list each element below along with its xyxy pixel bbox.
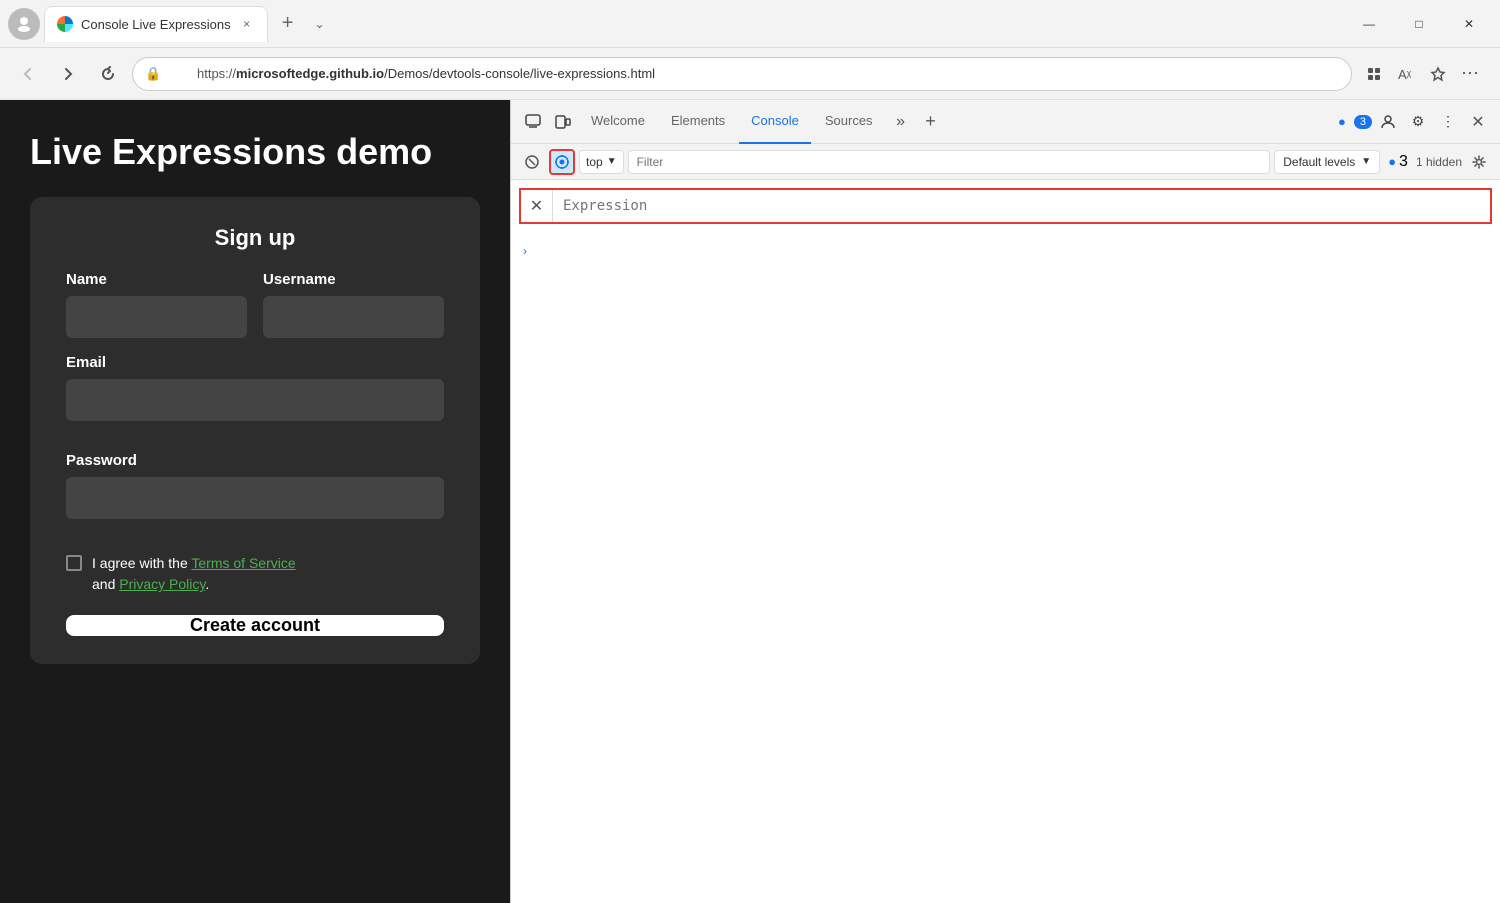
browser-window: Console Live Expressions × + ⌄ — □ ✕ 🔒 h… — [0, 0, 1500, 903]
signup-card: Sign up Name Username Email Pa — [30, 197, 480, 664]
expression-close-btn[interactable]: ✕ — [521, 190, 553, 222]
favorites-icon[interactable] — [1424, 60, 1452, 88]
webpage-content: Live Expressions demo Sign up Name Usern… — [0, 100, 510, 903]
url-path: /Demos/devtools-console/live-expressions… — [384, 66, 655, 81]
tab-close-btn[interactable]: × — [239, 16, 255, 32]
password-label: Password — [66, 452, 444, 469]
address-bar: 🔒 https://microsoftedge.github.io/Demos/… — [0, 48, 1500, 100]
new-tab-btn[interactable]: + — [272, 8, 304, 40]
password-group: Password — [66, 452, 444, 534]
default-levels-dropdown[interactable]: Default levels ▼ — [1274, 150, 1380, 174]
address-url: https://microsoftedge.github.io/Demos/de… — [197, 66, 655, 81]
username-group: Username — [263, 271, 444, 338]
default-levels-label: Default levels — [1283, 155, 1355, 169]
email-label: Email — [66, 354, 444, 371]
dt-badge-area: ● 3 — [1338, 114, 1372, 129]
console-prompt[interactable]: › — [519, 240, 1492, 262]
back-btn[interactable] — [12, 58, 44, 90]
live-expression-btn[interactable] — [549, 149, 575, 175]
tab-title: Console Live Expressions — [81, 17, 231, 32]
address-icons: Aᵡ ⋯ — [1360, 60, 1484, 88]
and-text: and — [92, 576, 119, 592]
signup-heading: Sign up — [66, 225, 444, 251]
browser-menu-btn[interactable]: ⋯ — [1456, 60, 1484, 88]
address-input[interactable]: 🔒 https://microsoftedge.github.io/Demos/… — [132, 57, 1352, 91]
devtools-settings-btn[interactable]: ⚙ — [1404, 108, 1432, 136]
refresh-btn[interactable] — [92, 58, 124, 90]
read-aloud-icon[interactable]: Aᵡ — [1392, 60, 1420, 88]
context-selector[interactable]: top ▼ — [579, 150, 624, 174]
agree-text: I agree with the — [92, 555, 191, 571]
browser-tab[interactable]: Console Live Expressions × — [44, 6, 268, 42]
lock-icon: 🔒 — [145, 66, 161, 82]
maximize-btn[interactable]: □ — [1396, 8, 1442, 40]
message-count-badge: ● 3 — [1388, 153, 1408, 171]
console-output: › — [511, 232, 1500, 903]
username-label: Username — [263, 271, 444, 288]
checkbox-text: I agree with the Terms of Service and Pr… — [92, 553, 296, 595]
devtools-close-btn[interactable]: ✕ — [1464, 108, 1492, 136]
devtools-panel: Welcome Elements Console Sources » + ● 3… — [510, 100, 1500, 903]
device-mode-btn[interactable] — [549, 108, 577, 136]
name-label: Name — [66, 271, 247, 288]
tab-elements[interactable]: Elements — [659, 100, 737, 144]
message-icon: ● — [1338, 114, 1346, 129]
clear-console-btn[interactable] — [519, 149, 545, 175]
title-bar-left — [8, 8, 40, 40]
svg-text:Aᵡ: Aᵡ — [1398, 67, 1412, 82]
email-input[interactable] — [66, 379, 444, 421]
filter-input[interactable] — [628, 150, 1271, 174]
tab-console[interactable]: Console — [739, 100, 811, 144]
console-badge: 3 — [1354, 115, 1372, 129]
devtools-more-btn[interactable]: ⋮ — [1434, 108, 1462, 136]
tab-favicon — [57, 16, 73, 32]
profile-icon[interactable] — [8, 8, 40, 40]
name-input[interactable] — [66, 296, 247, 338]
devtools-toolbar: Welcome Elements Console Sources » + ● 3… — [511, 100, 1500, 144]
more-tabs-btn[interactable]: » — [887, 108, 915, 136]
collections-icon[interactable] — [1360, 60, 1388, 88]
url-prefix: https:// — [197, 66, 236, 81]
title-bar: Console Live Expressions × + ⌄ — □ ✕ — [0, 0, 1500, 48]
privacy-link[interactable]: Privacy Policy — [119, 576, 205, 592]
tab-bar: Console Live Expressions × + ⌄ — [44, 6, 1342, 42]
period: . — [205, 576, 209, 592]
tos-link[interactable]: Terms of Service — [191, 555, 295, 571]
console-settings-btn[interactable] — [1466, 149, 1492, 175]
tab-dropdown-btn[interactable]: ⌄ — [308, 12, 332, 36]
user-icon-btn[interactable] — [1374, 108, 1402, 136]
expression-area: ✕ — [519, 188, 1492, 224]
levels-dropdown-icon: ▼ — [1361, 156, 1371, 167]
checkbox-row: I agree with the Terms of Service and Pr… — [66, 553, 444, 595]
console-toolbar: top ▼ Default levels ▼ ● 3 1 hidden — [511, 144, 1500, 180]
add-tab-btn[interactable]: + — [917, 108, 945, 136]
badge-number: 3 — [1399, 153, 1408, 171]
tab-welcome[interactable]: Welcome — [579, 100, 657, 144]
window-controls: — □ ✕ — [1346, 8, 1492, 40]
forward-btn[interactable] — [52, 58, 84, 90]
name-group: Name — [66, 271, 247, 338]
password-input[interactable] — [66, 477, 444, 519]
inspect-element-btn[interactable] — [519, 108, 547, 136]
close-btn[interactable]: ✕ — [1446, 8, 1492, 40]
page-title: Live Expressions demo — [30, 130, 480, 173]
create-account-btn[interactable]: Create account — [66, 615, 444, 636]
main-area: Live Expressions demo Sign up Name Usern… — [0, 100, 1500, 903]
name-username-row: Name Username — [66, 271, 444, 338]
expression-input[interactable] — [553, 190, 1490, 222]
hidden-count: 1 hidden — [1416, 155, 1462, 169]
top-label: top — [586, 155, 603, 169]
username-input[interactable] — [263, 296, 444, 338]
agree-checkbox[interactable] — [66, 555, 82, 571]
badge-dot: ● — [1388, 154, 1396, 169]
email-group: Email — [66, 354, 444, 436]
chevron-right-icon: › — [523, 244, 527, 258]
minimize-btn[interactable]: — — [1346, 8, 1392, 40]
tab-sources[interactable]: Sources — [813, 100, 885, 144]
context-dropdown-icon: ▼ — [607, 156, 617, 167]
